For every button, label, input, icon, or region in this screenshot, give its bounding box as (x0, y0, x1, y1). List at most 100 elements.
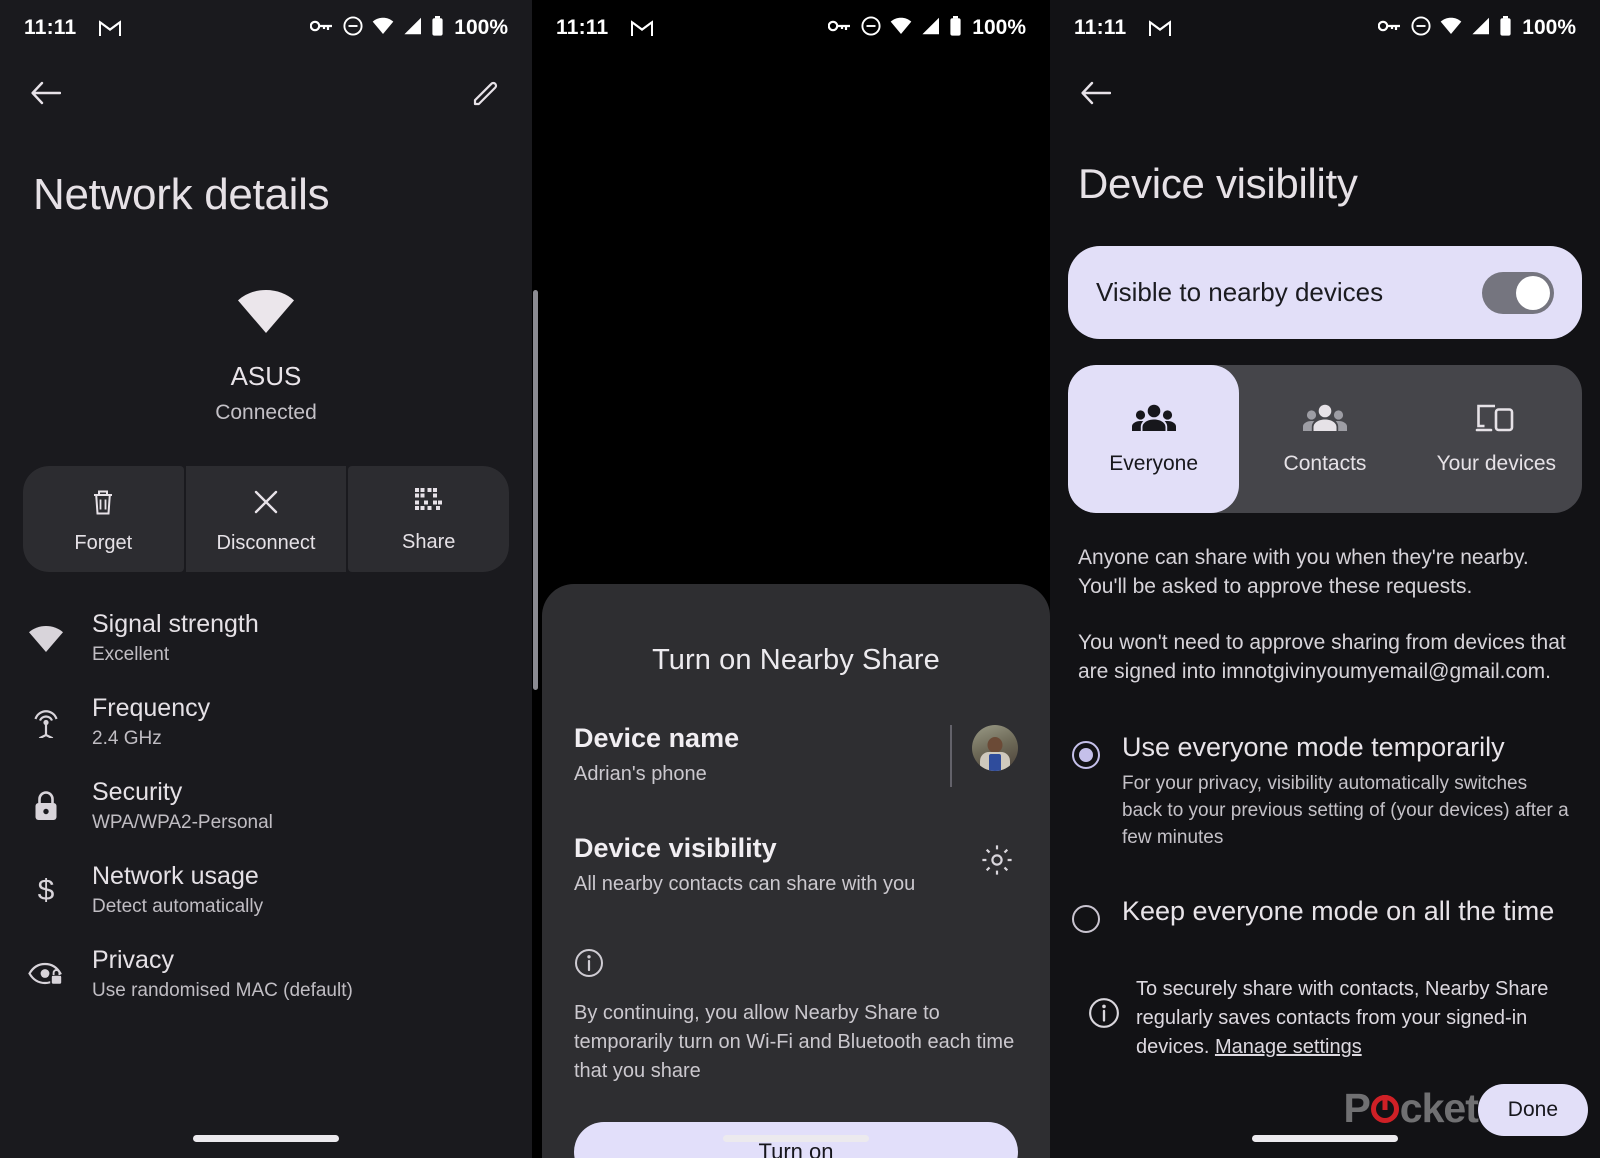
detail-row-frequency[interactable]: Frequency 2.4 GHz (0, 680, 532, 764)
segment-everyone[interactable]: Everyone (1068, 365, 1240, 513)
do-not-disturb-icon (1411, 15, 1431, 41)
do-not-disturb-icon (343, 15, 363, 41)
edit-pencil-button[interactable] (462, 69, 510, 117)
info-circle-icon (574, 949, 604, 982)
three-screenshot-collage: 11:11 100% Network details ASUS Connecte… (0, 0, 1600, 1158)
status-bar-time: 11:11 (24, 16, 77, 39)
disconnect-button[interactable]: Disconnect (185, 466, 347, 572)
detail-title: Security (92, 778, 183, 806)
detail-value: Excellent (92, 644, 170, 665)
watermark-text-before: P (1343, 1085, 1370, 1131)
phone-screen-nearby-share-sheet: 11:11 100% Turn on Nearby Share Device n… (532, 0, 1050, 1158)
vpn-key-icon (1377, 19, 1402, 38)
gear-icon[interactable] (980, 843, 1014, 882)
detail-row-signal-strength[interactable]: Signal strength Excellent (0, 596, 532, 680)
group-people-icon (1130, 402, 1178, 440)
manage-settings-link[interactable]: Manage settings (1215, 1036, 1362, 1058)
trash-icon (90, 488, 116, 521)
radio-title: Use everyone mode temporarily (1122, 731, 1505, 762)
bottom-sheet-turn-on-nearby-share: Turn on Nearby Share Device name Adrian'… (542, 584, 1050, 1158)
close-x-icon (252, 488, 280, 521)
device-name-row[interactable]: Device name Adrian's phone (574, 723, 1018, 787)
visible-toggle-switch[interactable] (1482, 271, 1554, 314)
detail-title: Network usage (92, 862, 259, 890)
avatar[interactable] (972, 725, 1018, 771)
segment-contacts[interactable]: Contacts (1239, 365, 1410, 513)
battery-percentage: 100% (454, 16, 508, 39)
segment-your-devices[interactable]: Your devices (1411, 365, 1582, 513)
radio-text: Keep everyone mode on all the time (1122, 895, 1554, 933)
network-details-list: Signal strength Excellent Frequency 2.4 … (0, 596, 532, 1016)
switch-knob (1516, 275, 1550, 310)
dollar-sign-icon: $ (0, 873, 92, 907)
status-bar-icons: 100% (827, 15, 1026, 41)
detail-text: Frequency 2.4 GHz (92, 694, 210, 750)
network-connection-state: Connected (215, 401, 317, 424)
radio-button[interactable] (1072, 740, 1100, 769)
visibility-description-2: You won't need to approve sharing from d… (1078, 630, 1566, 684)
network-action-group: Forget Disconnect Share (23, 466, 509, 572)
wifi-icon (0, 624, 92, 653)
detail-row-network-usage[interactable]: $ Network usage Detect automatically (0, 848, 532, 932)
back-button[interactable] (1072, 69, 1120, 117)
radio-option-always[interactable]: Keep everyone mode on all the time (1072, 895, 1572, 934)
footnote-text-wrap: To securely share with contacts, Nearby … (1136, 975, 1578, 1062)
cellular-signal-icon (403, 17, 422, 40)
device-visibility-text: Device visibility All nearby contacts ca… (574, 833, 980, 896)
qr-code-icon (415, 488, 443, 520)
do-not-disturb-icon (861, 15, 881, 41)
gmail-icon (630, 19, 654, 37)
wifi-icon (372, 17, 394, 40)
wifi-icon (890, 17, 912, 40)
phone-screen-network-details: 11:11 100% Network details ASUS Connecte… (0, 0, 532, 1158)
gmail-icon (98, 19, 122, 37)
battery-percentage: 100% (1522, 16, 1576, 39)
info-circle-icon (1072, 975, 1136, 1062)
radio-button[interactable] (1072, 905, 1100, 934)
detail-row-privacy[interactable]: Privacy Use randomised MAC (default) (0, 932, 532, 1016)
app-bar-device-visibility (1050, 56, 1600, 130)
network-ssid: ASUS (230, 361, 302, 391)
battery-full-icon (431, 15, 444, 41)
detail-text: Signal strength Excellent (92, 610, 259, 666)
status-bar-time: 11:11 (556, 16, 609, 39)
vpn-key-icon (827, 19, 852, 38)
share-button[interactable]: Share (348, 466, 509, 572)
cellular-signal-icon (1471, 17, 1490, 40)
device-visibility-row[interactable]: Device visibility All nearby contacts ca… (574, 833, 1018, 896)
network-hero: ASUS Connected (0, 288, 532, 425)
power-symbol-icon (1370, 1094, 1399, 1123)
share-label: Share (401, 531, 456, 553)
forget-button[interactable]: Forget (23, 466, 184, 572)
visible-to-nearby-devices-row[interactable]: Visible to nearby devices (1068, 246, 1582, 339)
status-bar: 11:11 100% (1050, 0, 1600, 56)
scrollbar[interactable] (533, 290, 538, 690)
back-button[interactable] (22, 69, 70, 117)
status-bar-icons: 100% (309, 15, 508, 41)
visibility-description-1: Anyone can share with you when they're n… (1078, 546, 1529, 599)
segment-label: Everyone (1109, 452, 1199, 475)
vpn-key-icon (309, 19, 334, 38)
detail-text: Security WPA/WPA2-Personal (92, 778, 273, 834)
sheet-info-block: By continuing, you allow Nearby Share to… (574, 948, 1018, 1086)
wifi-icon (1440, 17, 1462, 40)
detail-title: Frequency (92, 694, 211, 722)
detail-row-security[interactable]: Security WPA/WPA2-Personal (0, 764, 532, 848)
cellular-signal-icon (921, 17, 940, 40)
detail-value: 2.4 GHz (92, 728, 162, 749)
visible-toggle-label: Visible to nearby devices (1096, 277, 1384, 307)
radio-text: Use everyone mode temporarily For your p… (1122, 731, 1572, 852)
device-name-text: Device name Adrian's phone (574, 723, 950, 786)
detail-value: Use randomised MAC (default) (92, 980, 353, 1001)
segment-label: Your devices (1436, 452, 1557, 475)
radio-title: Keep everyone mode on all the time (1122, 896, 1555, 927)
phone-screen-device-visibility: 11:11 100% Device visibility Visible to … (1050, 0, 1600, 1158)
detail-value: Detect automatically (92, 896, 264, 917)
detail-value: WPA/WPA2-Personal (92, 812, 273, 833)
home-indicator (1252, 1135, 1398, 1142)
sheet-title: Turn on Nearby Share (652, 644, 940, 676)
done-button[interactable]: Done (1477, 1084, 1588, 1136)
radio-option-temporary[interactable]: Use everyone mode temporarily For your p… (1072, 731, 1572, 852)
battery-full-icon (949, 15, 962, 41)
app-bar-network-details (0, 56, 532, 130)
